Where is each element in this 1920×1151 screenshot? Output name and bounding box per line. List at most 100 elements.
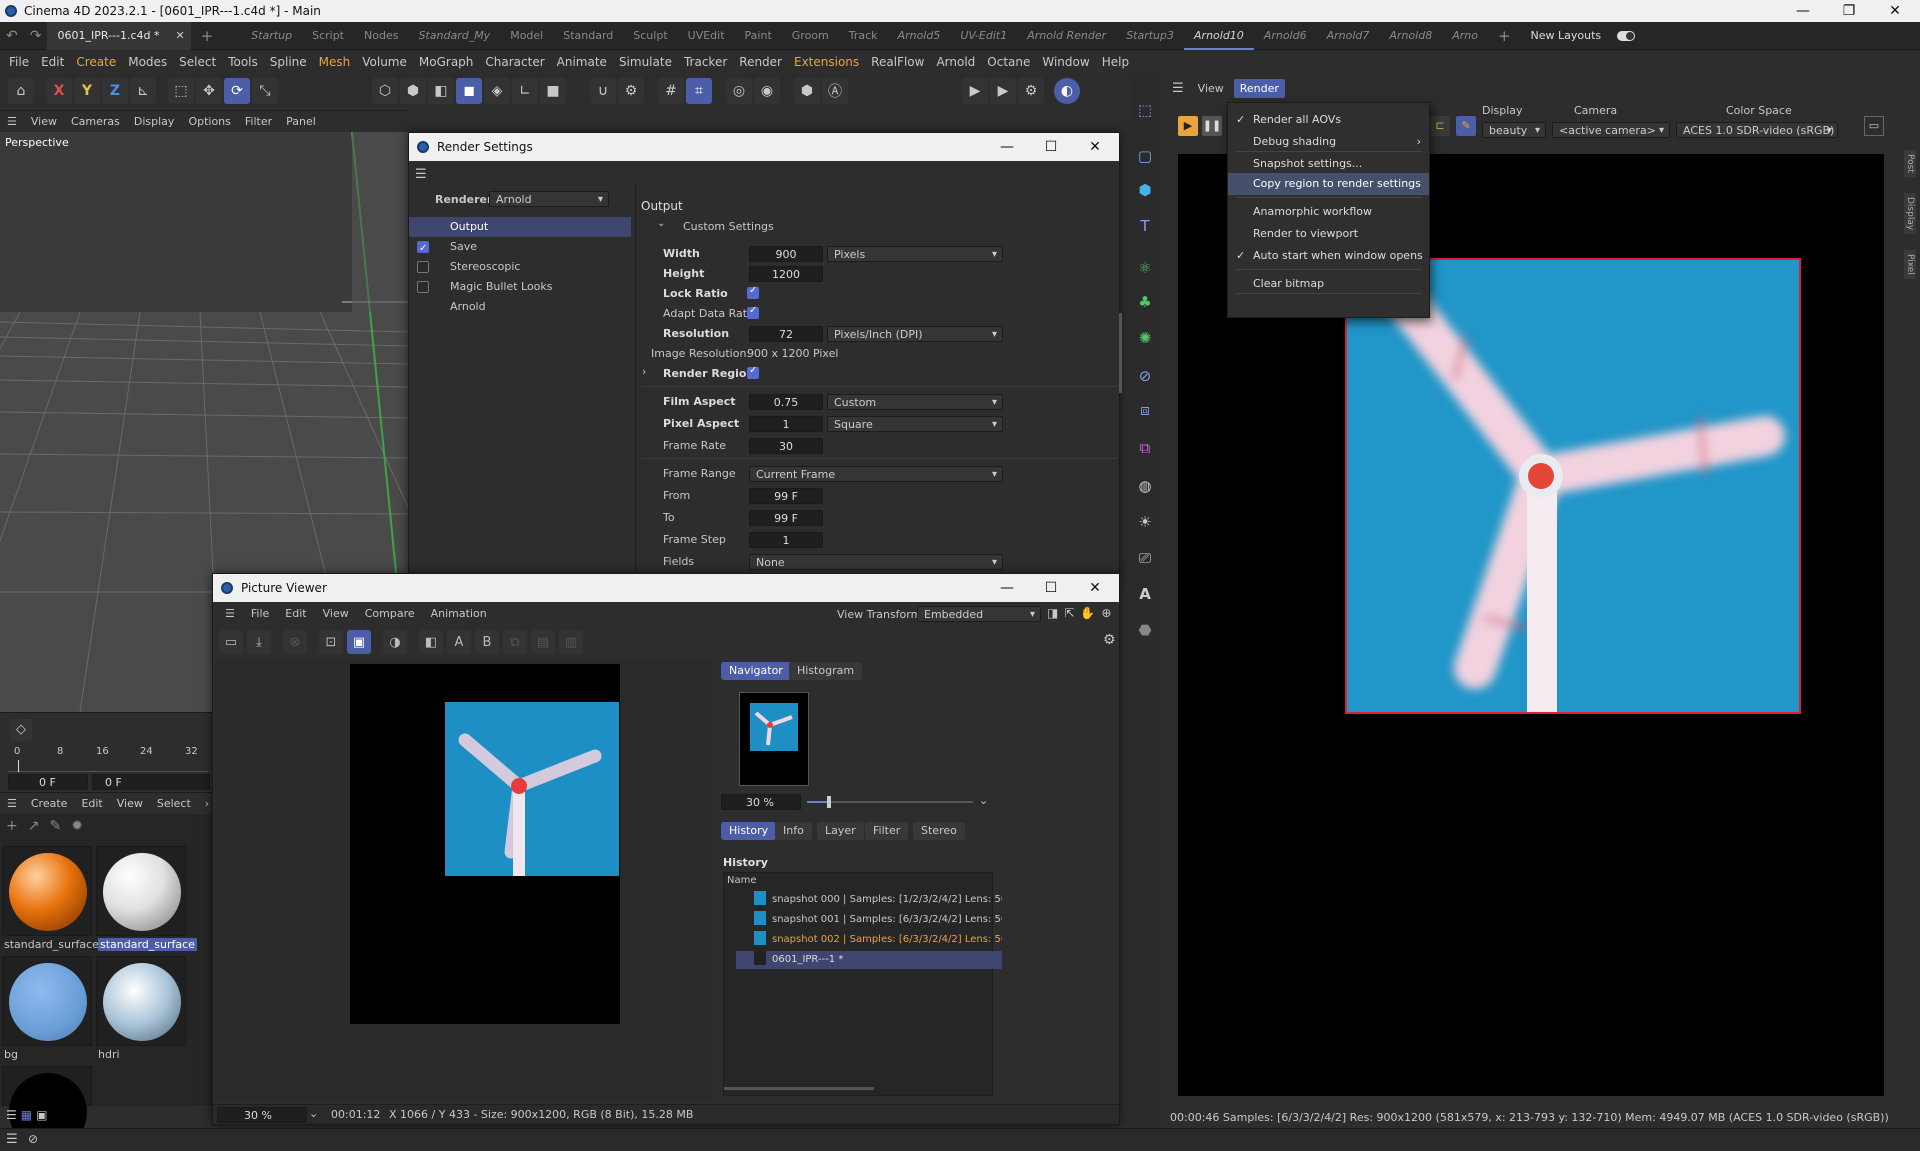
coordinate-system-icon[interactable]: ⊾: [130, 78, 156, 104]
swap-icon[interactable]: ⧉: [503, 630, 527, 654]
height-field[interactable]: 1200: [749, 266, 823, 282]
layer-b-icon[interactable]: ▥: [559, 630, 583, 654]
pv-settings-icon[interactable]: ⚙: [1103, 632, 1116, 648]
arnold-ipr-icon[interactable]: ◐: [1054, 78, 1080, 104]
tree-item-output[interactable]: Output: [409, 217, 631, 237]
pv-menu-item[interactable]: Animation: [423, 603, 495, 625]
ipr-play-icon[interactable]: ▶: [1178, 116, 1198, 136]
material-thumb[interactable]: [96, 846, 186, 936]
menu-item[interactable]: Arnold: [930, 51, 981, 73]
min-frame-field[interactable]: 0 F: [92, 774, 210, 790]
material-thumb[interactable]: [96, 956, 186, 1046]
text-spline-icon[interactable]: T: [1133, 214, 1157, 238]
select-tool-icon[interactable]: ⬚: [1133, 98, 1157, 122]
axis-mode-icon[interactable]: ∟: [512, 78, 538, 104]
snap-settings-icon[interactable]: ⚙: [618, 78, 644, 104]
ipr-crop-icon[interactable]: ⊏: [1430, 116, 1450, 136]
pv-hamburger-icon[interactable]: ☰: [217, 603, 243, 625]
frame-step-field[interactable]: 1: [749, 532, 823, 548]
close-icon[interactable]: ✕: [1073, 133, 1117, 161]
render-menu-item[interactable]: Render to viewport: [1228, 223, 1429, 245]
camera-dropdown[interactable]: <active camera>: [1552, 122, 1670, 138]
material-menu-item[interactable]: View: [110, 793, 150, 815]
ipr-vertical-tab[interactable]: Post: [1904, 150, 1916, 177]
edit-render-settings-icon[interactable]: ⚙: [1018, 78, 1044, 104]
layout-tab[interactable]: Arnold5: [888, 22, 951, 50]
soft-selection-icon[interactable]: ◉: [754, 78, 780, 104]
cloner-icon[interactable]: ♣: [1133, 290, 1157, 314]
menu-item[interactable]: Tracker: [678, 51, 733, 73]
hand-icon[interactable]: ✋: [1080, 606, 1095, 620]
navigator-tab[interactable]: Navigator: [721, 662, 791, 680]
compare-icon[interactable]: ◧: [419, 630, 443, 654]
film-aspect-field[interactable]: 0.75: [749, 394, 823, 410]
environment-icon[interactable]: ◍: [1133, 474, 1157, 498]
viewport-menu-item[interactable]: Display: [127, 111, 182, 133]
layout-tab[interactable]: Groom: [782, 22, 839, 50]
material-menu-item[interactable]: Create: [24, 793, 75, 815]
material-settings-icon[interactable]: ✹: [71, 818, 83, 834]
polygons-mode-icon[interactable]: ◧: [428, 78, 454, 104]
pin-icon[interactable]: ⊕: [1101, 606, 1111, 620]
render-settings-hamburger-icon[interactable]: ☰: [415, 167, 427, 182]
compare-a-button[interactable]: A: [447, 630, 471, 654]
rotate-icon[interactable]: ⟳: [224, 78, 250, 104]
material-thumb[interactable]: [2, 956, 92, 1046]
tree-item-magic-bullet[interactable]: Magic Bullet Looks: [409, 277, 631, 297]
layout-tab[interactable]: Paint: [735, 22, 782, 50]
material-edit-icon[interactable]: ✎: [49, 818, 61, 834]
ipr-vertical-tab[interactable]: Display: [1904, 192, 1916, 235]
ipr-window-icon[interactable]: ▭: [1864, 116, 1884, 136]
close-icon[interactable]: ✕: [1872, 0, 1918, 22]
viewport-menu-item[interactable]: Filter: [238, 111, 279, 133]
menu-item[interactable]: Animate: [551, 51, 613, 73]
history-row[interactable]: 0601_IPR---1 *: [736, 951, 1002, 969]
render-region-checkbox[interactable]: [747, 365, 759, 379]
minimize-icon[interactable]: —: [1780, 0, 1826, 22]
menu-item[interactable]: Simulate: [613, 51, 678, 73]
menu-item[interactable]: Create: [70, 51, 122, 73]
menu-item[interactable]: Character: [479, 51, 550, 73]
layout-tab[interactable]: Script: [302, 22, 354, 50]
material-thumb[interactable]: [2, 1066, 92, 1151]
current-frame-field[interactable]: 0 F: [8, 774, 88, 790]
render-menu-item[interactable]: Anamorphic workflow: [1228, 201, 1429, 223]
render-view-icon[interactable]: ▶: [962, 78, 988, 104]
deformer-icon[interactable]: ⊘: [1133, 364, 1157, 388]
save-checkbox[interactable]: [417, 239, 429, 259]
width-unit-dropdown[interactable]: Pixels: [827, 246, 1003, 262]
layout-tab[interactable]: Arnold Render: [1017, 22, 1116, 50]
edges-mode-icon[interactable]: ⬢: [400, 78, 426, 104]
ipr-vertical-tab[interactable]: Pixel: [1904, 250, 1916, 279]
add-layout-icon[interactable]: +: [1488, 22, 1521, 50]
render-region-icon[interactable]: ⬢: [794, 78, 820, 104]
move-icon[interactable]: ✥: [196, 78, 222, 104]
menu-item[interactable]: File: [3, 51, 35, 73]
fields-dropdown[interactable]: None: [749, 554, 1003, 570]
width-field[interactable]: 900: [749, 246, 823, 262]
zoom-dropdown-icon[interactable]: ⌄: [979, 794, 988, 807]
render-region-expand-icon[interactable]: ›: [642, 365, 646, 378]
viewport-menu-item[interactable]: Cameras: [64, 111, 127, 133]
magic-bullet-checkbox[interactable]: [417, 281, 429, 293]
frame-rate-field[interactable]: 30: [749, 438, 823, 454]
new-layouts-button[interactable]: New Layouts: [1521, 22, 1612, 50]
viewport-menu-item[interactable]: View: [24, 111, 64, 133]
menu-item[interactable]: RealFlow: [865, 51, 930, 73]
field-icon[interactable]: ⧈: [1133, 398, 1157, 422]
menu-item[interactable]: Render: [733, 51, 788, 73]
render-menu-item[interactable]: ✓ Render all AOVs: [1228, 109, 1429, 131]
compare-b-button[interactable]: B: [475, 630, 499, 654]
filter-tab[interactable]: Filter: [865, 822, 909, 840]
from-field[interactable]: 99 F: [749, 488, 823, 504]
texture-mode-icon[interactable]: ◈: [484, 78, 510, 104]
layout-tab[interactable]: Arnold6: [1254, 22, 1317, 50]
ipr-menu-view[interactable]: View: [1192, 79, 1230, 98]
object-icon[interactable]: ⬣: [1133, 618, 1157, 642]
ipr-brush-icon[interactable]: ✎: [1456, 116, 1476, 136]
maximize-icon[interactable]: ☐: [1029, 133, 1073, 161]
layout-tab[interactable]: Standard_My: [408, 22, 500, 50]
minimize-icon[interactable]: —: [985, 574, 1029, 602]
rectangle-tool-icon[interactable]: ▢: [1133, 144, 1157, 168]
color-space-dropdown[interactable]: ACES 1.0 SDR-video (sRGB): [1676, 122, 1838, 138]
